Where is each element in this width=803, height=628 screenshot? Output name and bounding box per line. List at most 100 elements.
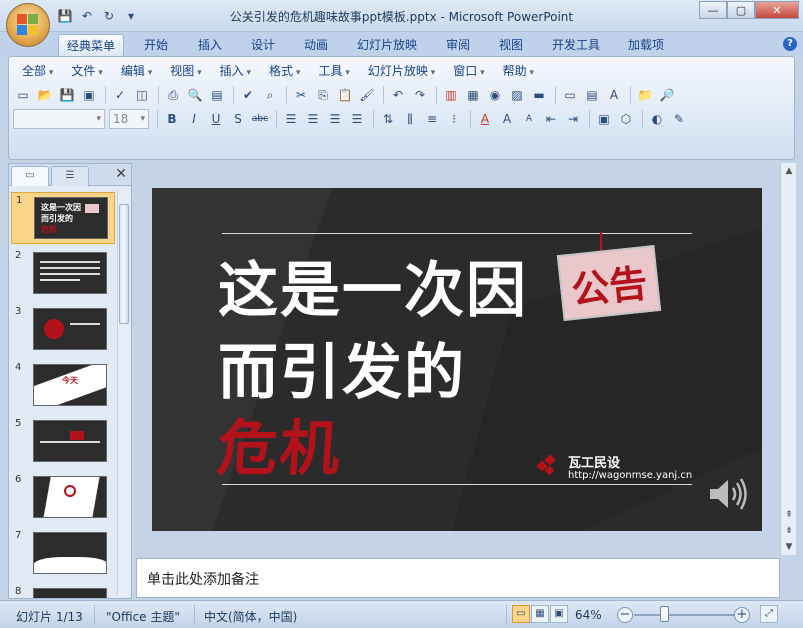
office-button[interactable]	[6, 3, 50, 47]
print-preview-icon[interactable]: 🔍	[185, 85, 205, 105]
undo-icon[interactable]: ↶	[78, 7, 96, 25]
text-direction-icon[interactable]: ⇅	[378, 109, 398, 129]
normal-view-icon[interactable]: ▭	[512, 605, 530, 623]
find-icon[interactable]: 🔎	[657, 85, 677, 105]
layout-icon[interactable]: ▤	[582, 85, 602, 105]
menu-slideshow[interactable]: 幻灯片放映	[359, 61, 444, 81]
align-right-icon[interactable]: ☰	[325, 109, 345, 129]
research-icon[interactable]: ◫	[132, 85, 152, 105]
prev-slide-icon[interactable]: ⇞	[781, 507, 797, 523]
close-icon[interactable]: ✕	[115, 166, 127, 182]
scroll-down-icon[interactable]: ▼	[781, 539, 797, 555]
menu-all[interactable]: 全部	[13, 61, 62, 81]
picture-icon[interactable]: ▨	[507, 85, 527, 105]
copy-icon[interactable]: ⎘	[313, 85, 333, 105]
slide-scrollbar[interactable]: ▲ ⇞ ⇟ ▼	[780, 163, 796, 555]
save-icon[interactable]: 💾	[56, 7, 74, 25]
scroll-thumb[interactable]	[119, 204, 129, 324]
thesaurus-icon[interactable]: ⌕	[260, 85, 280, 105]
tab-insert[interactable]: 插入	[190, 34, 230, 56]
paste-icon[interactable]: 📋	[335, 85, 355, 105]
tab-classic-menu[interactable]: 经典菜单	[58, 34, 125, 56]
new-icon[interactable]: ▭	[13, 85, 33, 105]
textbox-icon[interactable]: A	[604, 85, 624, 105]
numbering-icon[interactable]: ≡	[422, 109, 442, 129]
tab-home[interactable]: 开始	[136, 34, 176, 56]
save-icon[interactable]: 💾	[57, 85, 77, 105]
shrink-font-button[interactable]: A	[519, 109, 539, 129]
slide-thumbnail[interactable]: 4 今天	[11, 360, 115, 412]
bullets-icon[interactable]: ⁝	[444, 109, 464, 129]
underline-button[interactable]: U	[206, 109, 226, 129]
outline-tab[interactable]: ☰	[51, 166, 89, 186]
fill-icon[interactable]: ◐	[647, 109, 667, 129]
tab-developer[interactable]: 开发工具	[544, 34, 608, 56]
color-icon[interactable]: ▬	[529, 85, 549, 105]
slide-thumbnail[interactable]: 2	[11, 248, 115, 300]
redo-icon[interactable]: ↻	[100, 7, 118, 25]
font-size-select[interactable]: 18	[109, 109, 149, 129]
shape-icon[interactable]: ⬡	[616, 109, 636, 129]
tab-slideshow[interactable]: 幻灯片放映	[349, 34, 425, 56]
help-icon[interactable]: ?	[783, 37, 797, 51]
font-color-button[interactable]: A	[475, 109, 495, 129]
decrease-indent-icon[interactable]: ⇤	[541, 109, 561, 129]
menu-view[interactable]: 视图	[161, 61, 210, 81]
menu-file[interactable]: 文件	[62, 61, 111, 81]
menu-help[interactable]: 帮助	[494, 61, 543, 81]
menu-window[interactable]: 窗口	[444, 61, 493, 81]
menu-edit[interactable]: 编辑	[112, 61, 161, 81]
zoom-slider[interactable]	[634, 614, 736, 616]
zoom-in-icon[interactable]: +	[734, 607, 750, 623]
menu-format[interactable]: 格式	[260, 61, 309, 81]
minimize-button[interactable]: —	[699, 1, 727, 19]
zoom-out-icon[interactable]: −	[617, 607, 633, 623]
scroll-up-icon[interactable]: ▲	[781, 163, 797, 179]
menu-insert[interactable]: 插入	[211, 61, 260, 81]
align-center-icon[interactable]: ☰	[303, 109, 323, 129]
spelling-icon[interactable]: ✔	[238, 85, 258, 105]
new-slide-icon[interactable]: ▭	[560, 85, 580, 105]
tab-addins[interactable]: 加载项	[620, 34, 672, 56]
notes-pane[interactable]: 单击此处添加备注	[136, 558, 780, 598]
italic-button[interactable]: I	[184, 109, 204, 129]
menu-tools[interactable]: 工具	[309, 61, 358, 81]
zoom-level[interactable]: 64%	[575, 608, 602, 622]
theme-name[interactable]: "Office 主题"	[106, 608, 180, 625]
customize-qat-icon[interactable]: ▾	[122, 7, 140, 25]
chart-icon[interactable]: ▥	[441, 85, 461, 105]
next-slide-icon[interactable]: ⇟	[781, 523, 797, 539]
close-button[interactable]: ✕	[755, 1, 799, 19]
folder-icon[interactable]: 📁	[635, 85, 655, 105]
language-indicator[interactable]: 中文(简体，中国)	[204, 608, 297, 625]
tab-animation[interactable]: 动画	[296, 34, 336, 56]
slide-thumbnail[interactable]: 5	[11, 416, 115, 468]
slide-thumbnail[interactable]: 6	[11, 472, 115, 524]
slideshow-view-icon[interactable]: ▣	[550, 605, 568, 623]
speaker-icon[interactable]	[706, 474, 750, 514]
panel-scrollbar[interactable]	[117, 190, 129, 596]
fit-window-icon[interactable]: ⤢	[760, 605, 778, 623]
slide-thumbnail[interactable]: 1 这是一次因 而引发的 危机	[11, 192, 115, 244]
spell-icon[interactable]: ✓	[110, 85, 130, 105]
current-slide[interactable]: 这是一次因 公告 而引发的 危机 瓦工民设 http://wagonmse.ya…	[152, 188, 762, 531]
justify-icon[interactable]: ☰	[347, 109, 367, 129]
shadow-button[interactable]: S	[228, 109, 248, 129]
strikethrough-button[interactable]: abc	[250, 109, 270, 129]
tab-review[interactable]: 审阅	[438, 34, 478, 56]
undo-icon[interactable]: ↶	[388, 85, 408, 105]
table-icon[interactable]: ▦	[463, 85, 483, 105]
outline-icon[interactable]: ✎	[669, 109, 689, 129]
tab-view[interactable]: 视图	[491, 34, 531, 56]
align-left-icon[interactable]: ☰	[281, 109, 301, 129]
format-painter-icon[interactable]: 🖌	[357, 85, 377, 105]
slide-thumbnail[interactable]: 7	[11, 528, 115, 580]
columns-icon[interactable]: ⫼	[400, 109, 420, 129]
cut-icon[interactable]: ✂	[291, 85, 311, 105]
permission-icon[interactable]: ▣	[79, 85, 99, 105]
bold-button[interactable]: B	[162, 109, 182, 129]
sorter-view-icon[interactable]: ▦	[531, 605, 549, 623]
slide-icon[interactable]: ▤	[207, 85, 227, 105]
arrange-icon[interactable]: ▣	[594, 109, 614, 129]
print-icon[interactable]: ⎙	[163, 85, 183, 105]
